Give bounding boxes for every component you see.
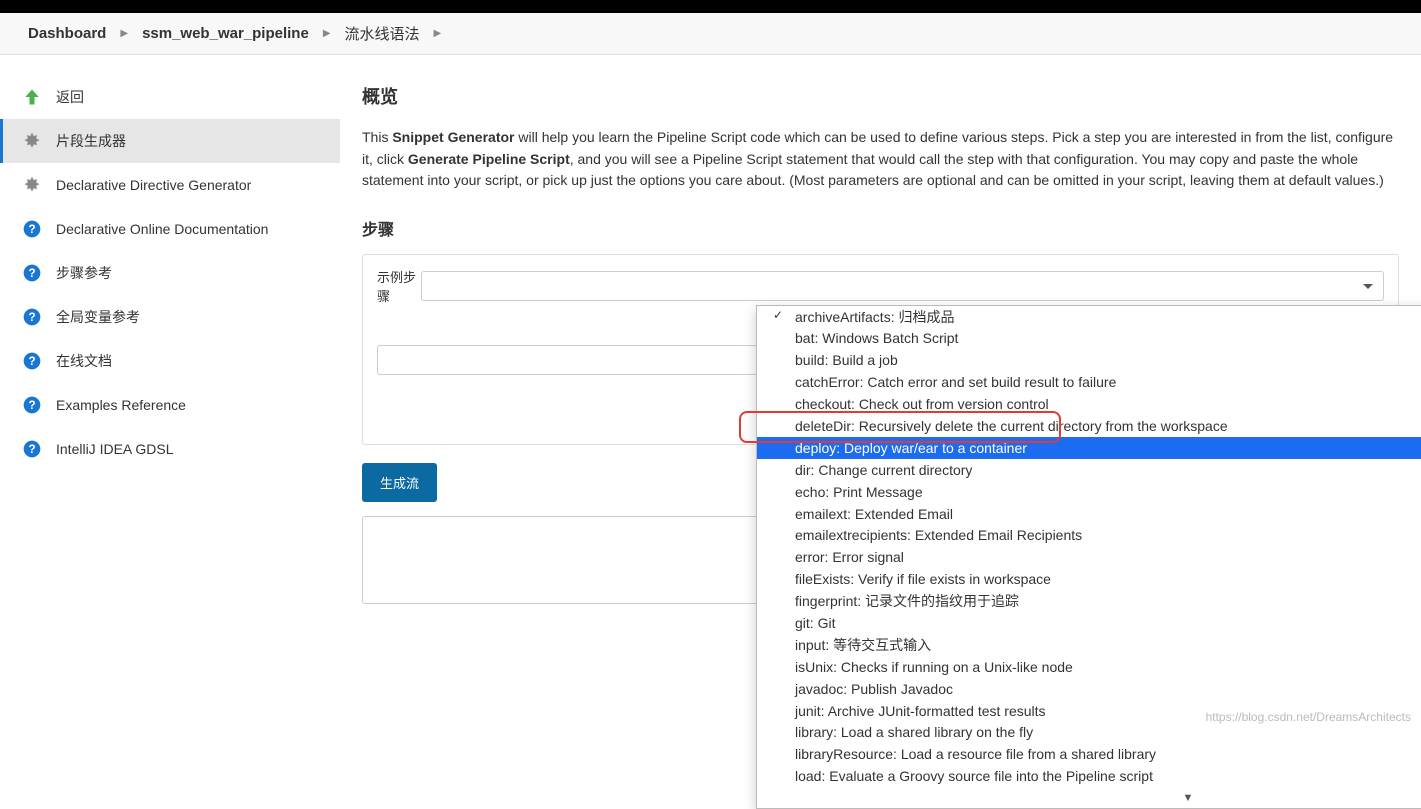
svg-text:?: ? — [28, 223, 35, 236]
dropdown-option[interactable]: emailextrecipients: Extended Email Recip… — [757, 525, 1421, 547]
top-bar — [0, 0, 1421, 13]
sidebar-item-snippet-generator[interactable]: 片段生成器 — [0, 119, 340, 163]
dropdown-option[interactable]: javadoc: Publish Javadoc — [757, 678, 1421, 700]
sidebar-item-global-vars[interactable]: ? 全局变量参考 — [0, 295, 340, 339]
sidebar-item-label: 返回 — [56, 87, 84, 107]
sample-step-select[interactable] — [421, 271, 1384, 301]
chevron-right-icon: ▶ — [434, 28, 442, 39]
generate-button[interactable]: 生成流 — [362, 463, 437, 502]
dropdown-option[interactable]: emailext: Extended Email — [757, 503, 1421, 525]
watermark: https://blog.csdn.net/DreamsArchitects — [1206, 710, 1411, 724]
dropdown-option[interactable]: git: Git — [757, 612, 1421, 634]
help-icon: ? — [22, 263, 42, 283]
chevron-right-icon: ▶ — [323, 28, 331, 39]
breadcrumb-item-project[interactable]: ssm_web_war_pipeline — [142, 25, 309, 42]
sidebar-item-label: Declarative Online Documentation — [56, 221, 268, 237]
dropdown-option[interactable]: echo: Print Message — [757, 481, 1421, 503]
gear-icon — [22, 175, 42, 195]
dropdown-option[interactable]: library: Load a shared library on the fl… — [757, 722, 1421, 744]
sidebar-item-label: IntelliJ IDEA GDSL — [56, 441, 174, 457]
help-icon: ? — [22, 351, 42, 371]
dropdown-option[interactable]: error: Error signal — [757, 547, 1421, 569]
svg-text:?: ? — [28, 399, 35, 412]
breadcrumb-item-dashboard[interactable]: Dashboard — [28, 25, 106, 42]
step-dropdown: archiveArtifacts: 归档成品 bat: Windows Batc… — [756, 305, 1421, 809]
gear-icon — [22, 131, 42, 151]
svg-text:?: ? — [28, 443, 35, 456]
arrow-up-icon — [22, 87, 42, 107]
main-content: 概览 This Snippet Generator will help you … — [340, 55, 1421, 735]
sidebar-item-examples[interactable]: ? Examples Reference — [0, 383, 340, 427]
dropdown-option[interactable]: archiveArtifacts: 归档成品 — [757, 306, 1421, 328]
overview-description: This Snippet Generator will help you lea… — [362, 127, 1399, 192]
sidebar-item-label: 在线文档 — [56, 351, 112, 371]
help-icon: ? — [22, 307, 42, 327]
overview-heading: 概览 — [362, 83, 1399, 109]
dropdown-option[interactable]: deleteDir: Recursively delete the curren… — [757, 415, 1421, 437]
dropdown-option[interactable]: checkout: Check out from version control — [757, 394, 1421, 416]
dropdown-option-deploy[interactable]: deploy: Deploy war/ear to a container — [757, 437, 1421, 459]
sidebar: 返回 片段生成器 Declarative Directive Generator… — [0, 55, 340, 735]
dropdown-option[interactable]: input: 等待交互式输入 — [757, 634, 1421, 656]
breadcrumb-item-page[interactable]: 流水线语法 — [345, 23, 420, 44]
sample-step-label: 示例步骤 — [377, 267, 421, 305]
help-icon: ? — [22, 395, 42, 415]
dropdown-option[interactable]: isUnix: Checks if running on a Unix-like… — [757, 656, 1421, 678]
dropdown-option[interactable]: bat: Windows Batch Script — [757, 328, 1421, 350]
chevron-right-icon: ▶ — [120, 28, 128, 39]
dropdown-option[interactable]: libraryResource: Load a resource file fr… — [757, 744, 1421, 766]
svg-text:?: ? — [28, 355, 35, 368]
sidebar-item-back[interactable]: 返回 — [0, 75, 340, 119]
breadcrumb: Dashboard ▶ ssm_web_war_pipeline ▶ 流水线语法… — [0, 13, 1421, 55]
dropdown-option[interactable]: fileExists: Verify if file exists in wor… — [757, 569, 1421, 591]
help-icon: ? — [22, 219, 42, 239]
dropdown-more-icon[interactable]: ▼ — [757, 788, 1421, 808]
help-icon: ? — [22, 439, 42, 459]
sidebar-item-declarative-generator[interactable]: Declarative Directive Generator — [0, 163, 340, 207]
sidebar-item-label: 片段生成器 — [56, 131, 126, 151]
dropdown-option[interactable]: dir: Change current directory — [757, 459, 1421, 481]
sidebar-item-label: Declarative Directive Generator — [56, 177, 251, 193]
sidebar-item-intellij[interactable]: ? IntelliJ IDEA GDSL — [0, 427, 340, 471]
dropdown-option[interactable]: fingerprint: 记录文件的指纹用于追踪 — [757, 591, 1421, 613]
sidebar-item-online-doc[interactable]: ? Declarative Online Documentation — [0, 207, 340, 251]
dropdown-option[interactable]: load: Evaluate a Groovy source file into… — [757, 766, 1421, 788]
sidebar-item-label: 全局变量参考 — [56, 307, 140, 327]
sidebar-item-step-reference[interactable]: ? 步骤参考 — [0, 251, 340, 295]
svg-text:?: ? — [28, 311, 35, 324]
sidebar-item-online-docs2[interactable]: ? 在线文档 — [0, 339, 340, 383]
sidebar-item-label: Examples Reference — [56, 397, 186, 413]
svg-text:?: ? — [28, 267, 35, 280]
sidebar-item-label: 步骤参考 — [56, 263, 112, 283]
steps-heading: 步骤 — [362, 216, 1399, 240]
dropdown-option[interactable]: build: Build a job — [757, 350, 1421, 372]
dropdown-option[interactable]: catchError: Catch error and set build re… — [757, 372, 1421, 394]
